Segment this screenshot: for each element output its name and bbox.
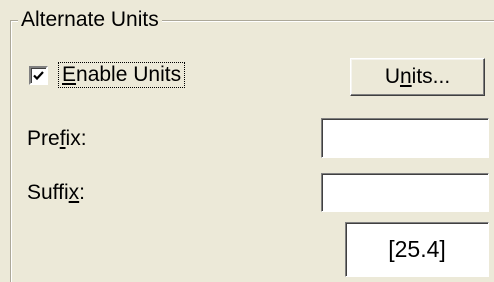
units-button-label-end: its... bbox=[411, 65, 451, 88]
prefix-label-start: Pre bbox=[27, 127, 60, 150]
prefix-label-end: ix: bbox=[65, 127, 87, 150]
enable-units-checkbox[interactable] bbox=[29, 65, 48, 85]
suffix-label-end: : bbox=[79, 181, 85, 204]
units-button-label-start: U bbox=[384, 65, 400, 88]
prefix-input[interactable] bbox=[321, 118, 489, 158]
prefix-label: Prefix: bbox=[27, 127, 87, 151]
enable-units-row[interactable]: Enable Units bbox=[29, 60, 186, 90]
alternate-units-preview: [25.4] bbox=[345, 222, 489, 277]
checkmark-icon bbox=[33, 70, 44, 80]
alternate-units-group-title: Alternate Units bbox=[18, 8, 162, 32]
enable-units-label[interactable]: Enable Units bbox=[58, 62, 186, 88]
suffix-label-mnemonic: x bbox=[68, 181, 80, 204]
units-button[interactable]: Un its... bbox=[350, 58, 485, 96]
suffix-label: Suffix: bbox=[27, 181, 85, 205]
units-button-mnemonic: n bbox=[399, 65, 412, 88]
enable-units-mnemonic: E bbox=[62, 63, 77, 86]
enable-units-label-text: nable Units bbox=[76, 63, 182, 86]
suffix-label-start: Suffi bbox=[27, 181, 69, 204]
suffix-input[interactable] bbox=[321, 173, 489, 212]
